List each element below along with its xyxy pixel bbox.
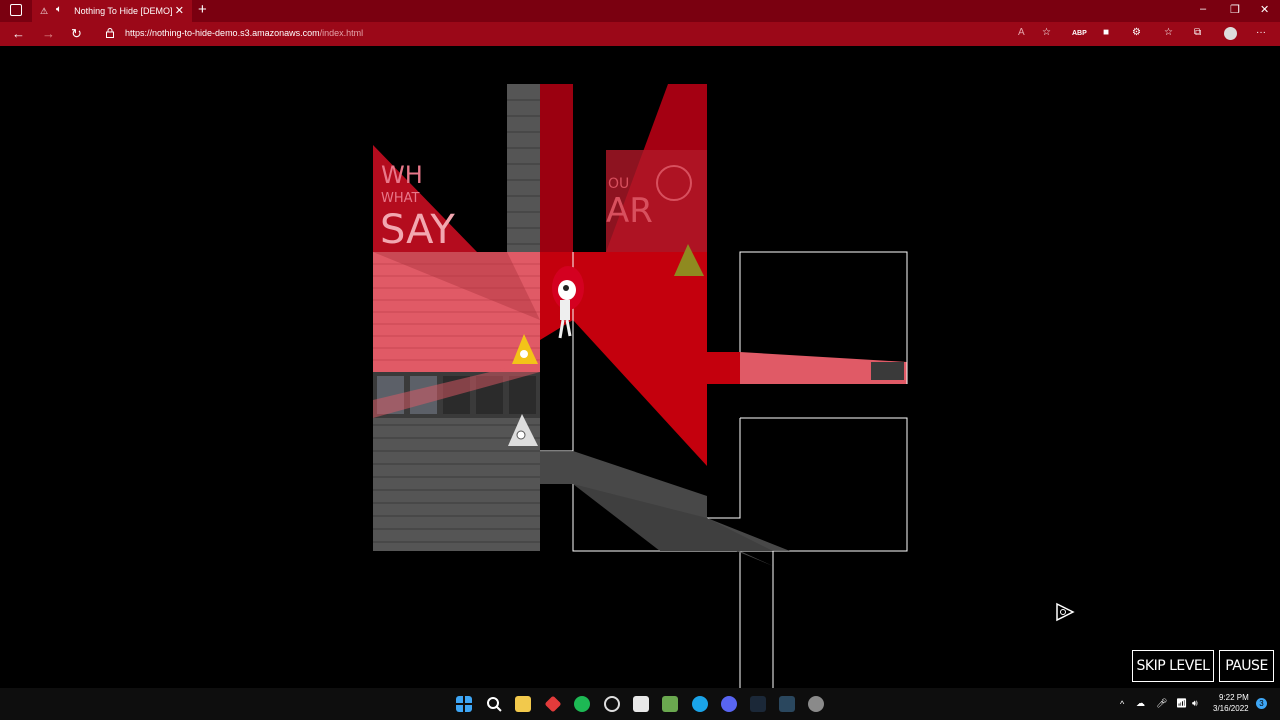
plus-icon[interactable]: + — [198, 1, 207, 18]
discord-icon[interactable] — [721, 696, 737, 712]
abp-icon[interactable]: ABP — [1072, 30, 1087, 37]
skip-level-button[interactable]: SKIP LEVEL — [1132, 650, 1214, 682]
restore-icon[interactable]: ❐ — [1230, 3, 1240, 16]
cursor-icon — [1056, 602, 1075, 622]
red-app-icon[interactable] — [544, 695, 562, 713]
minecraft-icon[interactable] — [662, 696, 678, 712]
read-aloud-icon[interactable]: A — [1018, 27, 1025, 38]
block-in-beam — [871, 362, 904, 380]
microphone-icon[interactable]: 🎤︎ — [1156, 698, 1167, 709]
camera-eye — [520, 350, 528, 358]
search-icon[interactable] — [486, 696, 502, 712]
obs-icon[interactable] — [604, 696, 620, 712]
steam-active-icon[interactable] — [779, 696, 795, 712]
forward-icon[interactable]: → — [42, 26, 55, 41]
poster-right-line1: OU — [608, 176, 629, 192]
clock-date[interactable]: 3/16/2022 — [1213, 704, 1249, 713]
browser-titlebar: ⚠ 🔈︎ Nothing To Hide [DEMO] ✕ + – ❐ ✕ — [0, 0, 1280, 22]
puzzle-icon[interactable]: ⚙ — [1132, 27, 1141, 38]
camera-eye-2 — [516, 430, 526, 440]
volume-icon[interactable]: 🔊︎ — [1192, 698, 1198, 709]
windows-start-icon[interactable] — [456, 696, 472, 712]
window-menu-icon[interactable] — [10, 4, 22, 16]
steam-icon[interactable] — [750, 696, 766, 712]
settings-icon[interactable] — [808, 696, 824, 712]
windows-taskbar: ^ ☁ 🎤︎ 📶︎ 🔊︎ 9:22 PM 3/16/2022 3 — [0, 688, 1280, 720]
notification-badge[interactable]: 3 — [1256, 698, 1267, 709]
favorites-icon[interactable]: ☆ — [1164, 27, 1173, 38]
poster-left-line1: WH — [381, 161, 423, 189]
red-corridor — [540, 84, 573, 252]
game-canvas[interactable]: WH WHAT SAY OU AR SKIP LEVEL PAUSE — [0, 46, 1280, 688]
lock-icon[interactable] — [106, 28, 114, 38]
url-host: https://nothing-to-hide-demo.s3.amazonaw… — [125, 28, 320, 38]
pause-button[interactable]: PAUSE — [1219, 650, 1274, 682]
favorite-star-icon[interactable]: ☆ — [1042, 27, 1051, 38]
spotify-icon[interactable] — [574, 696, 590, 712]
poster-left-line2: WHAT — [381, 191, 420, 206]
edge-icon[interactable] — [692, 696, 708, 712]
profile-icon[interactable] — [1224, 27, 1237, 40]
url-path: /index.html — [319, 28, 364, 38]
tab-warning-icon: ⚠ — [40, 5, 49, 16]
back-icon[interactable]: ← — [12, 26, 25, 41]
clock-time[interactable]: 9:22 PM — [1219, 693, 1249, 702]
red-view-cone — [573, 252, 740, 466]
tray-chevron-icon[interactable]: ^ — [1120, 699, 1124, 709]
browser-tab[interactable]: ⚠ 🔈︎ Nothing To Hide [DEMO] ✕ — [32, 0, 192, 22]
close-window-icon[interactable]: ✕ — [1260, 3, 1269, 16]
refresh-icon[interactable]: ↻ — [71, 26, 82, 42]
collections-icon[interactable]: ⧉ — [1194, 27, 1201, 38]
speaker-icon[interactable]: 🔈︎ — [56, 4, 62, 15]
extension-icon[interactable]: ■ — [1103, 27, 1109, 38]
tab-title: Nothing To Hide [DEMO] — [74, 6, 173, 16]
file-explorer-icon[interactable] — [515, 696, 531, 712]
poster-left-line3: SAY — [380, 207, 455, 253]
poster-right-line2: AR — [606, 191, 653, 231]
onedrive-icon[interactable]: ☁ — [1136, 698, 1145, 709]
game-scene: WH WHAT SAY OU AR — [373, 84, 908, 688]
address-toolbar: ← → ↻ https://nothing-to-hide-demo.s3.am… — [0, 22, 1280, 46]
more-icon[interactable]: ··· — [1256, 27, 1266, 38]
roblox-icon[interactable] — [633, 696, 649, 712]
url-field[interactable]: https://nothing-to-hide-demo.s3.amazonaw… — [125, 28, 363, 38]
wifi-icon[interactable]: 📶︎ — [1176, 698, 1187, 709]
close-icon[interactable]: ✕ — [175, 4, 184, 17]
minimize-icon[interactable]: – — [1200, 3, 1206, 15]
